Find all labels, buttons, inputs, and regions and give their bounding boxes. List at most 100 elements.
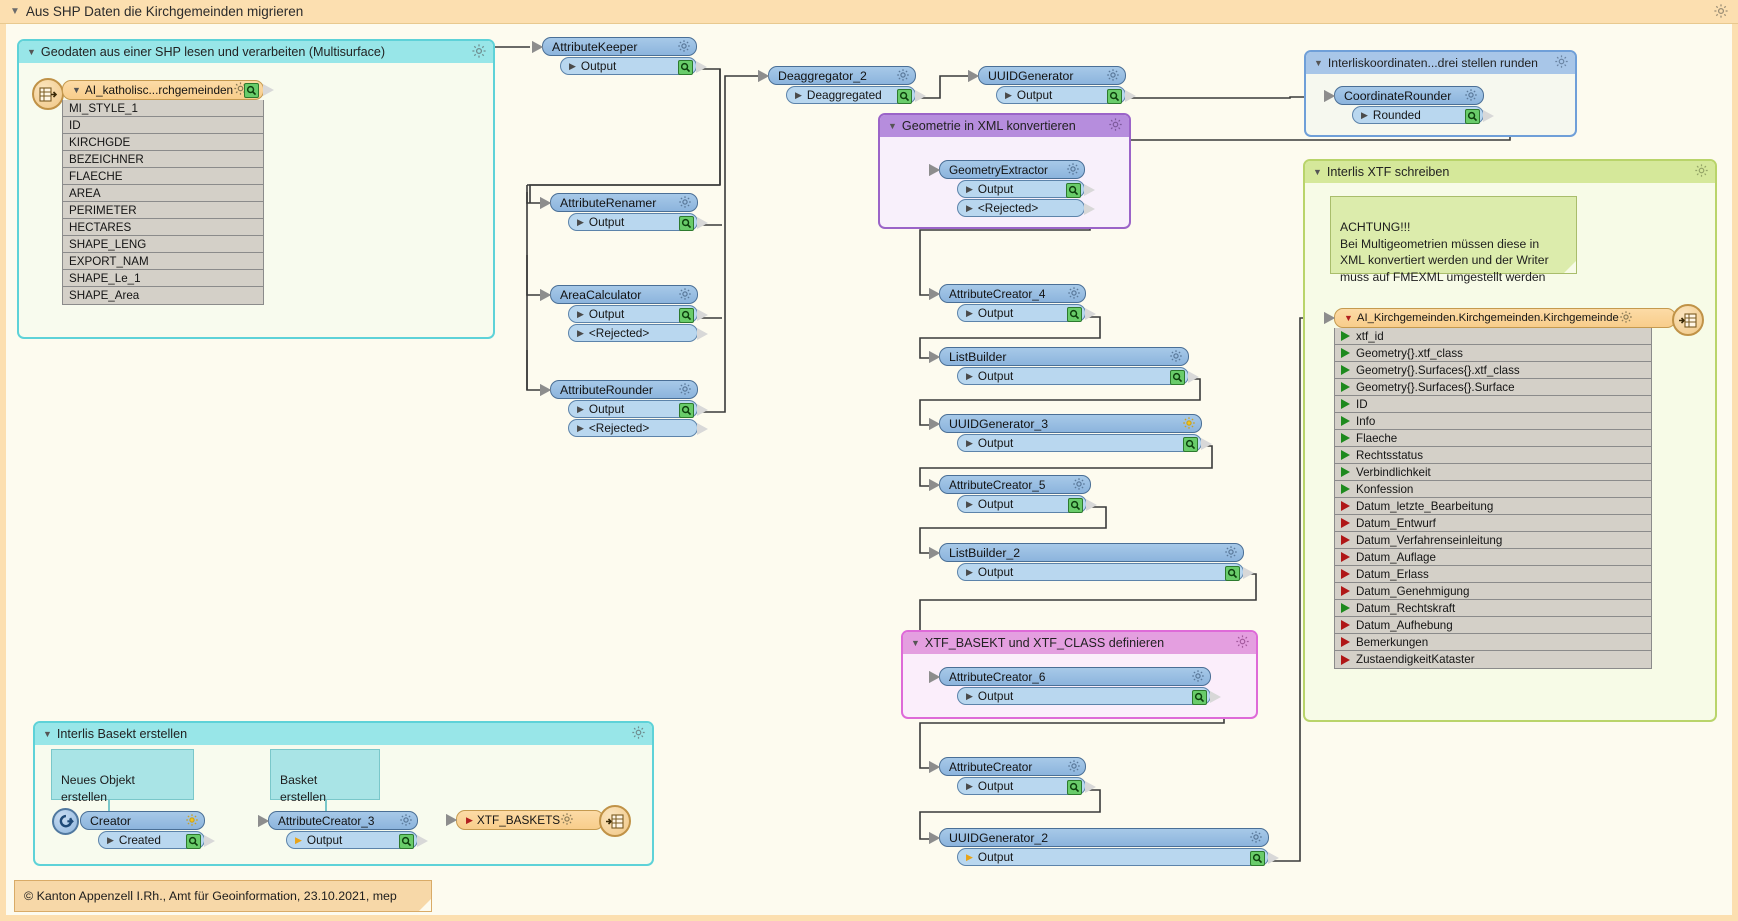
reader-attribute-row[interactable]: SHAPE_LENG (63, 236, 263, 253)
gear-icon[interactable] (1713, 3, 1729, 22)
collapse-triangle-icon[interactable]: ▶ (466, 815, 473, 826)
writer-attribute-row[interactable]: Verbindlichkeit (1335, 464, 1651, 481)
writer-attribute-row[interactable]: Flaeche (1335, 430, 1651, 447)
writer-attribute-row[interactable]: Datum_Genehmigung (1335, 583, 1651, 600)
transformer-port[interactable]: ▶ Output (560, 57, 707, 75)
reader-attribute-row[interactable]: KIRCHGDE (63, 134, 263, 151)
transformer-header[interactable]: AttributeCreator (929, 757, 1086, 776)
group-title-bar[interactable]: ▼ Interlis XTF schreiben (1305, 161, 1715, 183)
writer-attribute-row[interactable]: Geometry{}.Surfaces{}.xtf_class (1335, 362, 1651, 379)
group-title-bar[interactable]: ▼ Geometrie in XML konvertieren (880, 115, 1129, 137)
transformer-header[interactable]: CoordinateRounder (1324, 86, 1484, 105)
transformer-port[interactable]: ▶ <Rejected> (568, 324, 708, 342)
gear-icon[interactable] (1066, 162, 1080, 179)
writer-attribute-row[interactable]: Datum_Auflage (1335, 549, 1651, 566)
gear-icon[interactable] (896, 68, 910, 85)
writer-feature-type-header[interactable]: ▼ AI_Kirchgemeinden.Kirchgemeinden.Kirch… (1324, 308, 1676, 328)
reader-attribute-row[interactable]: SHAPE_Le_1 (63, 270, 263, 287)
transformer-header[interactable]: AreaCalculator (540, 285, 698, 304)
transformer-port[interactable]: ▶ <Rejected> (568, 419, 708, 437)
annotation-neues-objekt[interactable]: Neues Objekt erstellen (51, 749, 194, 804)
inspect-magnifier-icon[interactable] (679, 402, 694, 418)
inspect-magnifier-icon[interactable] (1067, 306, 1082, 322)
gear-icon[interactable] (1067, 759, 1081, 776)
transformer-attributekeeper[interactable]: AttributeKeeper ▶ Output (532, 37, 707, 75)
collapse-triangle-icon[interactable]: ▼ (888, 121, 897, 131)
gear-icon[interactable] (560, 812, 574, 829)
transformer-header[interactable]: AttributeCreator_3 (258, 811, 418, 830)
annotation-copyright[interactable]: © Kanton Appenzell I.Rh., Amt für Geoinf… (14, 880, 432, 912)
inspect-magnifier-icon[interactable] (1183, 436, 1198, 452)
collapse-triangle-icon[interactable]: ▼ (1313, 167, 1322, 177)
collapse-triangle-icon[interactable]: ▼ (1344, 313, 1353, 323)
gear-icon[interactable] (1106, 68, 1120, 85)
creator-icon[interactable] (52, 808, 79, 835)
transformer-header[interactable]: AttributeCreator_4 (929, 284, 1086, 303)
reader-attribute-row[interactable]: MI_STYLE_1 (63, 100, 263, 117)
reader-dataset-icon[interactable] (32, 78, 64, 110)
transformer-port[interactable]: ▶ Output (957, 687, 1221, 705)
gear-icon[interactable] (677, 39, 691, 56)
transformer-header[interactable]: AttributeRounder (540, 380, 698, 399)
reader-attribute-row[interactable]: AREA (63, 185, 263, 202)
basket-writer-header[interactable]: ▶ XTF_BASKETS (446, 810, 604, 830)
transformer-coordinaterounder[interactable]: CoordinateRounder ▶ Rounded (1324, 86, 1494, 124)
group-title-bar[interactable]: ▼ Interliskoordinaten...drei stellen run… (1306, 52, 1575, 74)
gear-icon[interactable] (678, 382, 692, 399)
inspect-magnifier-icon[interactable] (1066, 182, 1081, 198)
gear-icon[interactable] (1169, 349, 1183, 366)
transformer-port[interactable]: ▶ Output (957, 848, 1279, 866)
transformer-port[interactable]: ▶ Output (957, 495, 1097, 513)
reader-attribute-row[interactable]: HECTARES (63, 219, 263, 236)
transformer-header[interactable]: UUIDGenerator_2 (929, 828, 1269, 847)
writer-feature-type[interactable]: ▼ AI_Kirchgemeinden.Kirchgemeinden.Kirch… (1324, 308, 1676, 669)
transformer-port[interactable]: ▶ Output (568, 305, 708, 323)
gear-icon[interactable] (399, 813, 413, 830)
transformer-listbuilder[interactable]: ListBuilder ▶ Output (929, 347, 1199, 385)
inspect-magnifier-icon[interactable] (186, 833, 201, 849)
inspect-magnifier-icon[interactable] (1225, 565, 1240, 581)
writer-dataset-icon[interactable] (1672, 304, 1704, 336)
writer-attribute-row[interactable]: Bemerkungen (1335, 634, 1651, 651)
transformer-uuidgenerator-2[interactable]: UUIDGenerator_2 ▶ Output (929, 828, 1279, 866)
gear-icon[interactable] (1694, 163, 1709, 181)
writer-attribute-row[interactable]: xtf_id (1335, 328, 1651, 345)
transformer-attributecreator-4[interactable]: AttributeCreator_4 ▶ Output (929, 284, 1096, 322)
collapse-triangle-icon[interactable]: ▼ (1314, 58, 1323, 68)
writer-attribute-row[interactable]: ZustaendigkeitKataster (1335, 651, 1651, 668)
gear-icon[interactable] (1191, 669, 1205, 686)
transformer-port[interactable]: ▶ Output (286, 831, 428, 849)
inspect-magnifier-icon[interactable] (1170, 369, 1185, 385)
gear-icon[interactable] (1235, 634, 1250, 652)
group-title-bar[interactable]: ▼ Interlis Basekt erstellen (35, 723, 652, 745)
transformer-deaggregator-2[interactable]: Deaggregator_2 ▶ Deaggregated (758, 66, 926, 104)
transformer-header[interactable]: AttributeRenamer (540, 193, 698, 212)
inspect-magnifier-icon[interactable] (1067, 779, 1082, 795)
inspect-magnifier-icon[interactable] (678, 59, 693, 75)
writer-attribute-row[interactable]: Datum_Erlass (1335, 566, 1651, 583)
writer-attribute-row[interactable]: Datum_Rechtskraft (1335, 600, 1651, 617)
transformer-attributecreator-3[interactable]: AttributeCreator_3 ▶ Output (258, 811, 428, 849)
reader-attribute-row[interactable]: PERIMETER (63, 202, 263, 219)
collapse-triangle-icon[interactable]: ▼ (27, 47, 36, 57)
gear-icon[interactable] (471, 43, 487, 62)
reader-attribute-row[interactable]: FLAECHE (63, 168, 263, 185)
collapse-triangle-icon[interactable]: ▼ (10, 6, 20, 17)
gear-icon[interactable] (1464, 88, 1478, 105)
writer-attribute-row[interactable]: Datum_Entwurf (1335, 515, 1651, 532)
transformer-geometryextractor[interactable]: GeometryExtractor ▶ Output ▶ <Rejected> (929, 160, 1095, 217)
transformer-header[interactable]: UUIDGenerator (968, 66, 1126, 85)
reader-attribute-row[interactable]: EXPORT_NAM (63, 253, 263, 270)
writer-attribute-row[interactable]: Datum_letzte_Bearbeitung (1335, 498, 1651, 515)
inspect-magnifier-icon[interactable] (679, 215, 694, 231)
annotation-basket-erstellen[interactable]: Basket erstellen (270, 749, 380, 804)
reader-attribute-row[interactable]: ID (63, 117, 263, 134)
transformer-port[interactable]: ▶ Rounded (1352, 106, 1494, 124)
transformer-port[interactable]: ▶ <Rejected> (957, 199, 1095, 217)
transformer-creator[interactable]: Creator ▶ Created (80, 811, 215, 849)
collapse-triangle-icon[interactable]: ▼ (43, 729, 52, 739)
writer-attribute-row[interactable]: Info (1335, 413, 1651, 430)
transformer-header[interactable]: AttributeCreator_5 (929, 475, 1091, 494)
gear-icon[interactable] (1072, 477, 1086, 494)
group-title-bar[interactable]: ▼ XTF_BASEKT und XTF_CLASS definieren (903, 632, 1256, 654)
